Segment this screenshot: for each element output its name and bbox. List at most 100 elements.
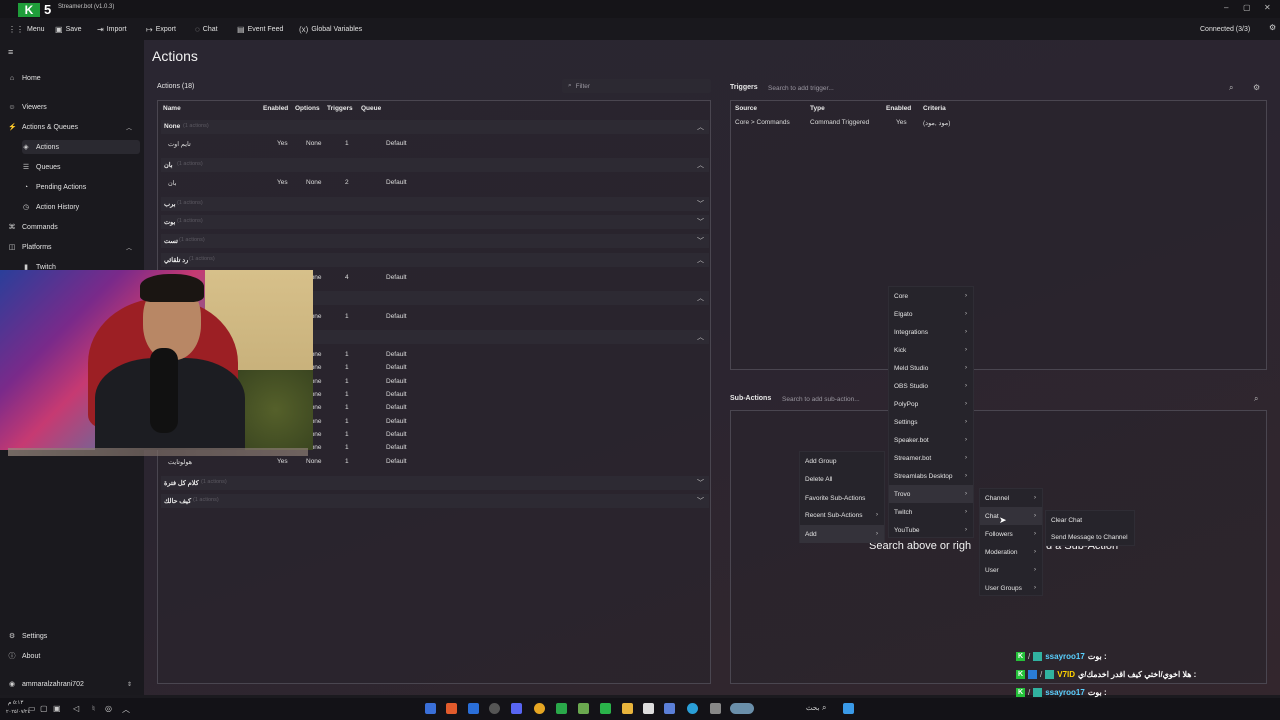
add-menu-item-core[interactable]: Core › — [889, 287, 973, 305]
menu-button[interactable]: ⋮⋮ Menu — [8, 23, 45, 35]
action-triggers[interactable]: 1 — [345, 431, 349, 438]
widget-icon[interactable] — [730, 703, 754, 714]
brave-icon[interactable] — [446, 703, 457, 714]
connection-status[interactable]: Connected (3/3) — [1200, 23, 1250, 35]
export-button[interactable]: ↦ Export — [146, 23, 176, 35]
sidebar-item-pending-actions[interactable]: ◔ Pending Actions — [22, 180, 140, 194]
action-triggers[interactable]: 1 — [345, 444, 349, 451]
action-group-row[interactable]: رد تلقائي (1 actions) ︿ — [161, 253, 709, 267]
add-menu-item-settings[interactable]: Settings › — [889, 413, 973, 431]
trovo-menu-item-moderation[interactable]: Moderation › — [980, 543, 1042, 561]
action-queue[interactable]: Default — [386, 378, 407, 385]
action-triggers[interactable]: 1 — [345, 391, 349, 398]
actions-filter-input[interactable]: ⌕ Filter — [562, 79, 711, 93]
trovo-menu-item-chat[interactable]: Chat › — [980, 507, 1042, 525]
action-triggers[interactable]: 1 — [345, 140, 349, 147]
menu-item-add[interactable]: Add › — [800, 525, 884, 543]
microphone-icon[interactable]: ♮ — [92, 704, 95, 713]
action-triggers[interactable]: 1 — [345, 418, 349, 425]
add-menu-item-meld-studio[interactable]: Meld Studio › — [889, 359, 973, 377]
sidebar-item-queues[interactable]: ☰ Queues — [22, 160, 140, 174]
app-icon[interactable] — [468, 703, 479, 714]
action-queue[interactable]: Default — [386, 431, 407, 438]
display-icon[interactable]: ▣ — [53, 704, 61, 713]
gear-icon[interactable]: ⚙ — [1253, 83, 1260, 92]
trigger-search-input[interactable]: Search to add trigger... — [762, 81, 1242, 95]
action-triggers[interactable]: 1 — [345, 351, 349, 358]
folder-icon[interactable] — [622, 703, 633, 714]
chevron-down-icon[interactable]: ﹀ — [697, 217, 704, 227]
trigger-column-type[interactable]: Type — [810, 105, 825, 112]
trigger-source[interactable]: Core > Commands — [735, 119, 790, 126]
sidebar-item-actions-queues[interactable]: ⚡ Actions & Queues ︿ — [8, 120, 138, 134]
settings-gear-icon[interactable]: ⚙ — [1269, 23, 1276, 32]
clock[interactable]: ٥:١٣ م — [8, 700, 23, 706]
add-menu-item-obs-studio[interactable]: OBS Studio › — [889, 377, 973, 395]
sidebar-item-about[interactable]: ⓘ About — [8, 649, 138, 663]
action-group-row[interactable]: None (1 actions) ︿ — [161, 120, 709, 134]
action-group-row[interactable]: كيف حالك (1 actions) ﹀ — [161, 494, 709, 508]
action-enabled[interactable]: Yes — [277, 140, 288, 147]
add-menu-item-polypop[interactable]: PolyPop › — [889, 395, 973, 413]
paint-icon[interactable] — [664, 703, 675, 714]
sidebar-item-action-history[interactable]: ◷ Action History — [22, 200, 140, 214]
action-queue[interactable]: Default — [386, 313, 407, 320]
sidebar-item-commands[interactable]: ⌘ Commands — [8, 220, 138, 234]
sidebar-item-platforms[interactable]: ◫ Platforms ︿ — [8, 240, 138, 254]
menu-item-recent-sub-actions[interactable]: Recent Sub-Actions › — [800, 506, 884, 524]
trovo-menu-item-user[interactable]: User › — [980, 561, 1042, 579]
save-button[interactable]: ▣ Save — [55, 23, 82, 35]
action-triggers[interactable]: 1 — [345, 404, 349, 411]
add-menu-item-youtube[interactable]: YouTube › — [889, 521, 973, 539]
trovo-menu-item-channel[interactable]: Channel › — [980, 489, 1042, 507]
action-group-row[interactable]: تست (1 actions) ﹀ — [161, 234, 709, 248]
chat-menu-item-send-message-to-channel[interactable]: Send Message to Channel — [1046, 528, 1134, 546]
action-queue[interactable]: Default — [386, 444, 407, 451]
chat-icon[interactable]: ▢ — [40, 704, 48, 713]
trigger-type[interactable]: Command Triggered — [810, 119, 869, 126]
notification-icon[interactable]: ▭ — [28, 704, 36, 713]
column-header-name[interactable]: Name — [163, 105, 181, 112]
show-hidden-icons[interactable]: ︿ — [122, 704, 130, 715]
action-queue[interactable]: Default — [386, 140, 407, 147]
action-group-row[interactable]: كلام كل فترة (1 actions) ﹀ — [161, 476, 709, 490]
kick-icon[interactable] — [556, 703, 567, 714]
chevron-up-icon[interactable]: ︿ — [697, 255, 704, 265]
action-triggers[interactable]: 1 — [345, 364, 349, 371]
action-name[interactable]: تايم اوت — [168, 140, 191, 148]
action-queue[interactable]: Default — [386, 391, 407, 398]
column-header-options[interactable]: Options — [295, 105, 320, 112]
action-queue[interactable]: Default — [386, 418, 407, 425]
action-queue[interactable]: Default — [386, 351, 407, 358]
column-header-queue[interactable]: Queue — [361, 105, 381, 112]
app-icon[interactable] — [710, 703, 721, 714]
action-group-row[interactable]: بان (1 actions) ︿ — [161, 158, 709, 172]
close-icon[interactable]: ✕ — [1264, 3, 1271, 12]
sidebar-item-viewers[interactable]: ☺ Viewers — [8, 100, 138, 114]
action-triggers[interactable]: 2 — [345, 179, 349, 186]
minecraft-icon[interactable] — [578, 703, 589, 714]
trigger-criteria[interactable]: (مود ,مود) — [923, 119, 950, 127]
windows-start-icon[interactable] — [843, 703, 854, 714]
action-queue[interactable]: Default — [386, 458, 407, 465]
chevron-down-icon[interactable]: ﹀ — [697, 236, 704, 246]
discord-icon[interactable] — [511, 703, 522, 714]
action-triggers[interactable]: 1 — [345, 378, 349, 385]
import-button[interactable]: ⇥ Import — [97, 23, 127, 35]
search-icon[interactable]: ⌕ — [1229, 83, 1233, 93]
user-profile[interactable]: ◉ ammaralzahrani702 ⇕ — [8, 677, 138, 691]
chevron-up-icon[interactable]: ︿ — [697, 293, 704, 303]
app-f-icon[interactable] — [643, 703, 654, 714]
add-menu-item-twitch[interactable]: Twitch › — [889, 503, 973, 521]
chevron-down-icon[interactable]: ﹀ — [697, 478, 704, 488]
search-label[interactable]: بحث — [806, 704, 819, 712]
action-group-row[interactable]: بوت (1 actions) ﹀ — [161, 215, 709, 229]
add-menu-item-streamer-bot[interactable]: Streamer.bot › — [889, 449, 973, 467]
action-name[interactable]: هولوتايت — [168, 458, 192, 466]
date[interactable]: ٢٠٢٥/٠٧/٢٤ — [6, 709, 30, 715]
action-group-row[interactable]: برب (1 actions) ﹀ — [161, 197, 709, 211]
chevron-down-icon[interactable]: ﹀ — [697, 199, 704, 209]
action-enabled[interactable]: Yes — [277, 458, 288, 465]
add-menu-item-speaker-bot[interactable]: Speaker.bot › — [889, 431, 973, 449]
sidebar-item-home[interactable]: ⌂ Home — [8, 71, 138, 85]
